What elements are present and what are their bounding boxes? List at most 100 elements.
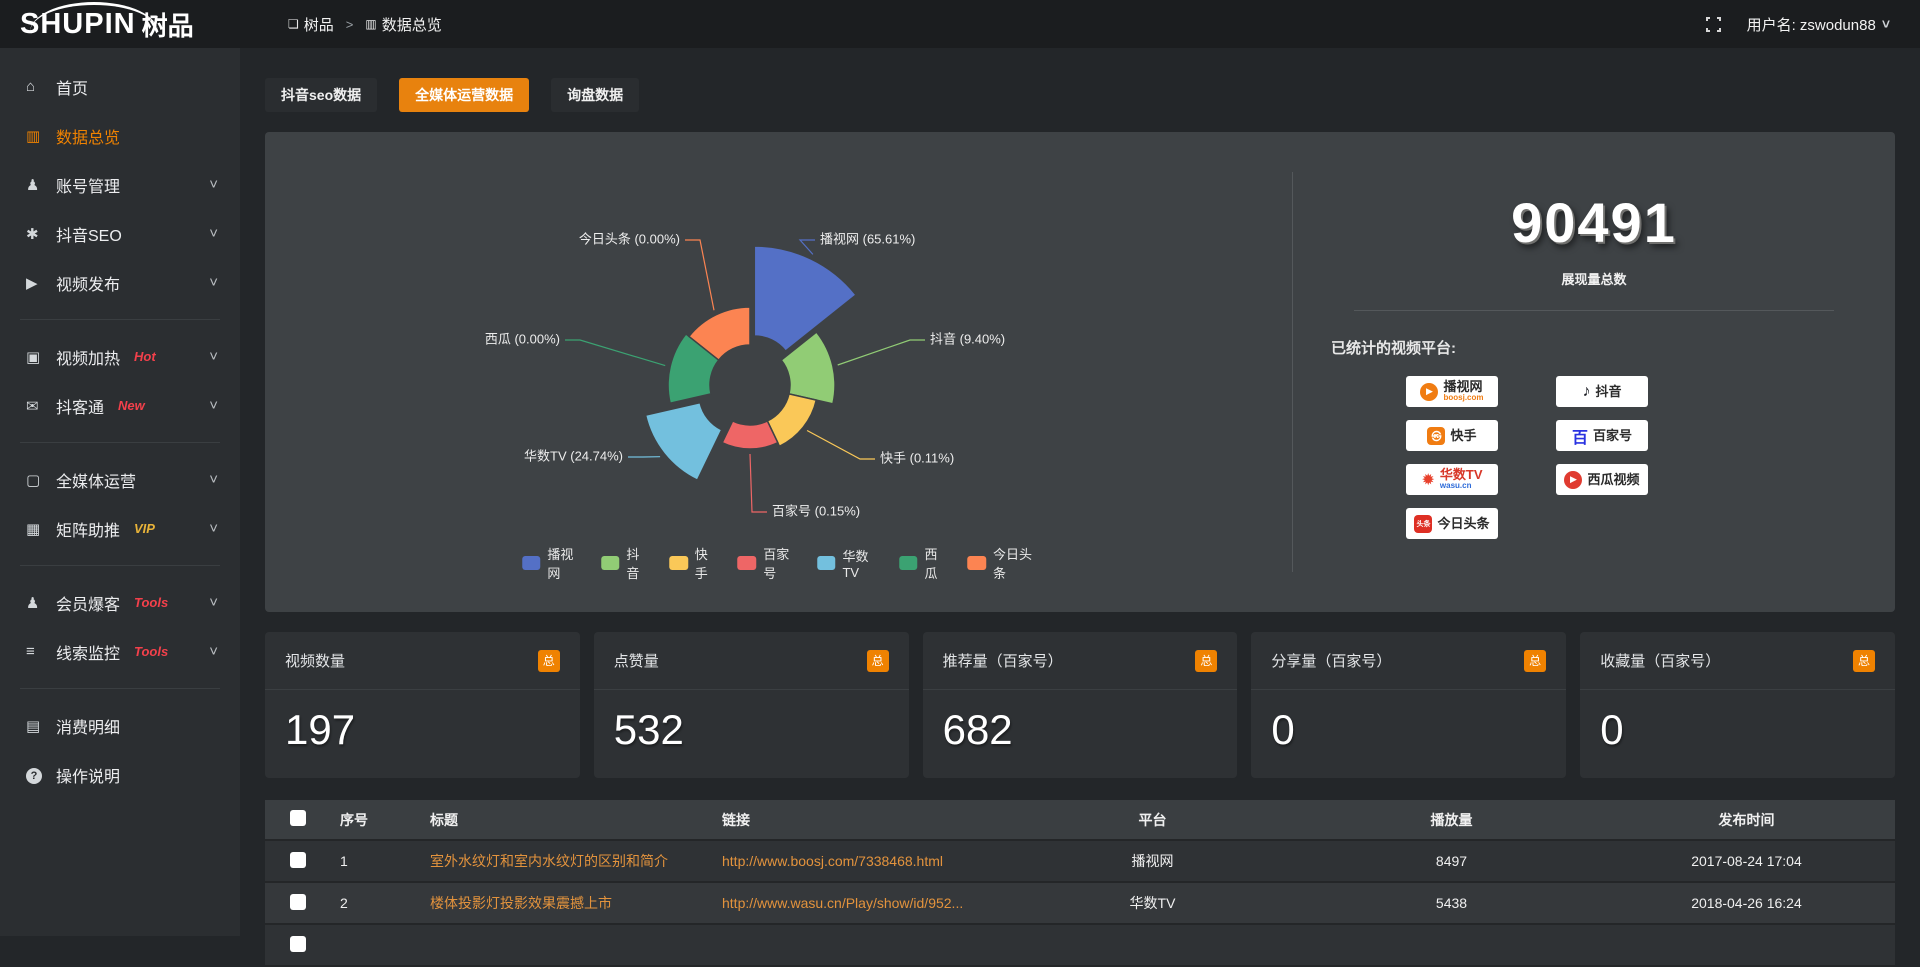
person-icon: ♟: [26, 594, 56, 612]
video-table: 序号标题链接平台播放量发布时间 1 室外水纹灯和室内水纹灯的区别和简介 http…: [265, 800, 1895, 967]
cell-link[interactable]: http://www.wasu.cn/Play/show/id/952...: [712, 882, 1000, 924]
row-checkbox[interactable]: [290, 936, 306, 952]
chevron-down-icon: ˅: [209, 225, 218, 242]
table-row: 2 楼体投影灯投影效果震撼上市 http://www.wasu.cn/Play/…: [265, 882, 1895, 924]
sidebar-item-media-operation[interactable]: ▢全媒体运营˅: [0, 455, 240, 504]
cell-platform: 华数TV: [1000, 882, 1305, 924]
row-checkbox[interactable]: [290, 852, 306, 868]
cell-time: [1598, 924, 1895, 966]
platform-badge-name: 播视网: [1443, 380, 1482, 394]
pie-slice-百家号[interactable]: [722, 421, 778, 449]
platform-badge-kuaishou[interactable]: ㉿ 快手: [1406, 420, 1498, 451]
question-icon: ?: [26, 766, 56, 784]
cell-title[interactable]: [420, 924, 712, 966]
chevron-down-icon: ˅: [209, 348, 218, 365]
legend-label: 快手: [695, 544, 716, 582]
platform-badge-name: 抖音: [1595, 385, 1621, 399]
chart-panel: 播视网 (65.61%)抖音 (9.40%)快手 (0.11%)百家号 (0.1…: [265, 132, 1895, 612]
legend-item-播视网[interactable]: 播视网: [522, 544, 579, 582]
legend-item-今日头条[interactable]: 今日头条: [967, 544, 1035, 582]
sidebar-item-douyin-seo[interactable]: ✱抖音SEO˅: [0, 209, 240, 258]
legend-label: 百家号: [763, 544, 795, 582]
rose-pie-chart[interactable]: 播视网 (65.61%)抖音 (9.40%)快手 (0.11%)百家号 (0.1…: [265, 132, 1292, 612]
user-menu[interactable]: 用户名: zswodun88 ˅: [1747, 14, 1890, 35]
legend-swatch: [522, 556, 541, 570]
toutiao-logo-icon: 头条: [1414, 515, 1432, 533]
sidebar-item-label: 操作说明: [56, 763, 120, 787]
breadcrumb-root[interactable]: 树品: [304, 14, 334, 35]
legend-item-快手[interactable]: 快手: [669, 544, 715, 582]
sidebar-item-clue-monitor[interactable]: ≡线索监控Tools˅: [0, 627, 240, 676]
total-badge[interactable]: 总: [538, 650, 560, 672]
breadcrumb-current-icon: ▥: [365, 17, 376, 31]
stat-card-header: 分享量（百家号） 总: [1251, 632, 1566, 690]
wallet-icon: ▤: [26, 717, 56, 735]
total-badge[interactable]: 总: [1195, 650, 1217, 672]
breadcrumb-current[interactable]: 数据总览: [382, 14, 442, 35]
chevron-down-icon: ˅: [209, 471, 218, 488]
video-table-wrap: 序号标题链接平台播放量发布时间 1 室外水纹灯和室内水纹灯的区别和简介 http…: [265, 800, 1895, 967]
platform-badge-sub: wasu.cn: [1440, 482, 1472, 490]
pie-label: 百家号 (0.15%): [772, 503, 860, 518]
sidebar-item-account-mgmt[interactable]: ♟账号管理˅: [0, 160, 240, 209]
sidebar-item-douketong[interactable]: ✉抖客通New˅: [0, 381, 240, 430]
sidebar-item-label: 首页: [56, 75, 88, 99]
cell-title[interactable]: 楼体投影灯投影效果震撼上市: [420, 882, 712, 924]
total-badge[interactable]: 总: [867, 650, 889, 672]
legend-item-百家号[interactable]: 百家号: [738, 544, 795, 582]
total-badge[interactable]: 总: [1853, 650, 1875, 672]
stat-card-label: 点赞量: [614, 650, 659, 671]
platform-badge-baijiahao[interactable]: 百 百家号: [1556, 420, 1648, 451]
sliders-icon: ≡: [26, 643, 56, 660]
cell-title[interactable]: 室外水纹灯和室内水纹灯的区别和简介: [420, 840, 712, 882]
chevron-down-icon: ˅: [209, 520, 218, 537]
pie-slice-播视网[interactable]: [754, 246, 856, 351]
sidebar-item-home[interactable]: ⌂首页: [0, 62, 240, 111]
cell-time: 2018-04-26 16:24: [1598, 882, 1895, 924]
total-impressions-value: 90491: [1293, 190, 1895, 255]
legend-item-华数TV[interactable]: 华数TV: [817, 546, 877, 580]
sidebar-item-data-overview[interactable]: ▥数据总览: [0, 111, 240, 160]
sidebar-item-matrix-boost[interactable]: ▦矩阵助推VIP˅: [0, 504, 240, 553]
sidebar-item-label: 视频发布: [56, 271, 120, 295]
stat-card-label: 分享量（百家号）: [1271, 650, 1391, 671]
cell-platform: 播视网: [1000, 840, 1305, 882]
platform-badge-xigua[interactable]: ▶ 西瓜视频: [1556, 464, 1648, 495]
stat-card-label: 视频数量: [285, 650, 345, 671]
col-header-3: 平台: [1000, 800, 1305, 840]
tab-1[interactable]: 全媒体运营数据: [399, 78, 529, 112]
stat-card-header: 收藏量（百家号） 总: [1580, 632, 1895, 690]
sidebar-item-consume-detail[interactable]: ▤消费明细: [0, 701, 240, 750]
pie-slice-华数TV[interactable]: [646, 403, 722, 481]
pie-label: 抖音 (9.40%): [930, 331, 1005, 346]
select-all-checkbox[interactable]: [290, 810, 306, 826]
fullscreen-icon[interactable]: [1706, 17, 1721, 32]
stat-card-label: 推荐量（百家号）: [943, 650, 1063, 671]
douyin-logo-icon: ♪: [1582, 383, 1590, 401]
tab-2[interactable]: 询盘数据: [551, 78, 639, 112]
table-row-partial: [265, 924, 1895, 966]
platform-badge-boosj[interactable]: ▶ 播视网 boosj.com: [1406, 376, 1498, 407]
summary-divider: [1354, 310, 1834, 311]
cell-time: 2017-08-24 17:04: [1598, 840, 1895, 882]
cell-link[interactable]: http://www.boosj.com/7338468.html: [712, 840, 1000, 882]
sidebar-item-label: 数据总览: [56, 124, 120, 148]
sidebar-divider: [20, 319, 220, 320]
sidebar-item-operation-guide[interactable]: ?操作说明: [0, 750, 240, 799]
platform-badge-toutiao[interactable]: 头条 今日头条: [1406, 508, 1498, 539]
sidebar-item-video-heat[interactable]: ▣视频加热Hot˅: [0, 332, 240, 381]
sidebar-item-label: 账号管理: [56, 173, 120, 197]
legend-item-抖音[interactable]: 抖音: [601, 544, 647, 582]
sidebar-item-video-publish[interactable]: ▶视频发布˅: [0, 258, 240, 307]
pie-leader-line: [750, 454, 767, 512]
total-badge[interactable]: 总: [1524, 650, 1546, 672]
cell-link[interactable]: [712, 924, 1000, 966]
tab-0[interactable]: 抖音seo数据: [265, 78, 377, 112]
sidebar-item-member-baoke[interactable]: ♟会员爆客Tools˅: [0, 578, 240, 627]
platform-badge-douyin[interactable]: ♪ 抖音: [1556, 376, 1648, 407]
cell-num: 2: [330, 882, 420, 924]
row-checkbox[interactable]: [290, 894, 306, 910]
stat-card-0: 视频数量 总 197: [265, 632, 580, 778]
legend-item-西瓜[interactable]: 西瓜: [899, 544, 945, 582]
platform-badge-wasu[interactable]: ✹ 华数TV wasu.cn: [1406, 464, 1498, 495]
